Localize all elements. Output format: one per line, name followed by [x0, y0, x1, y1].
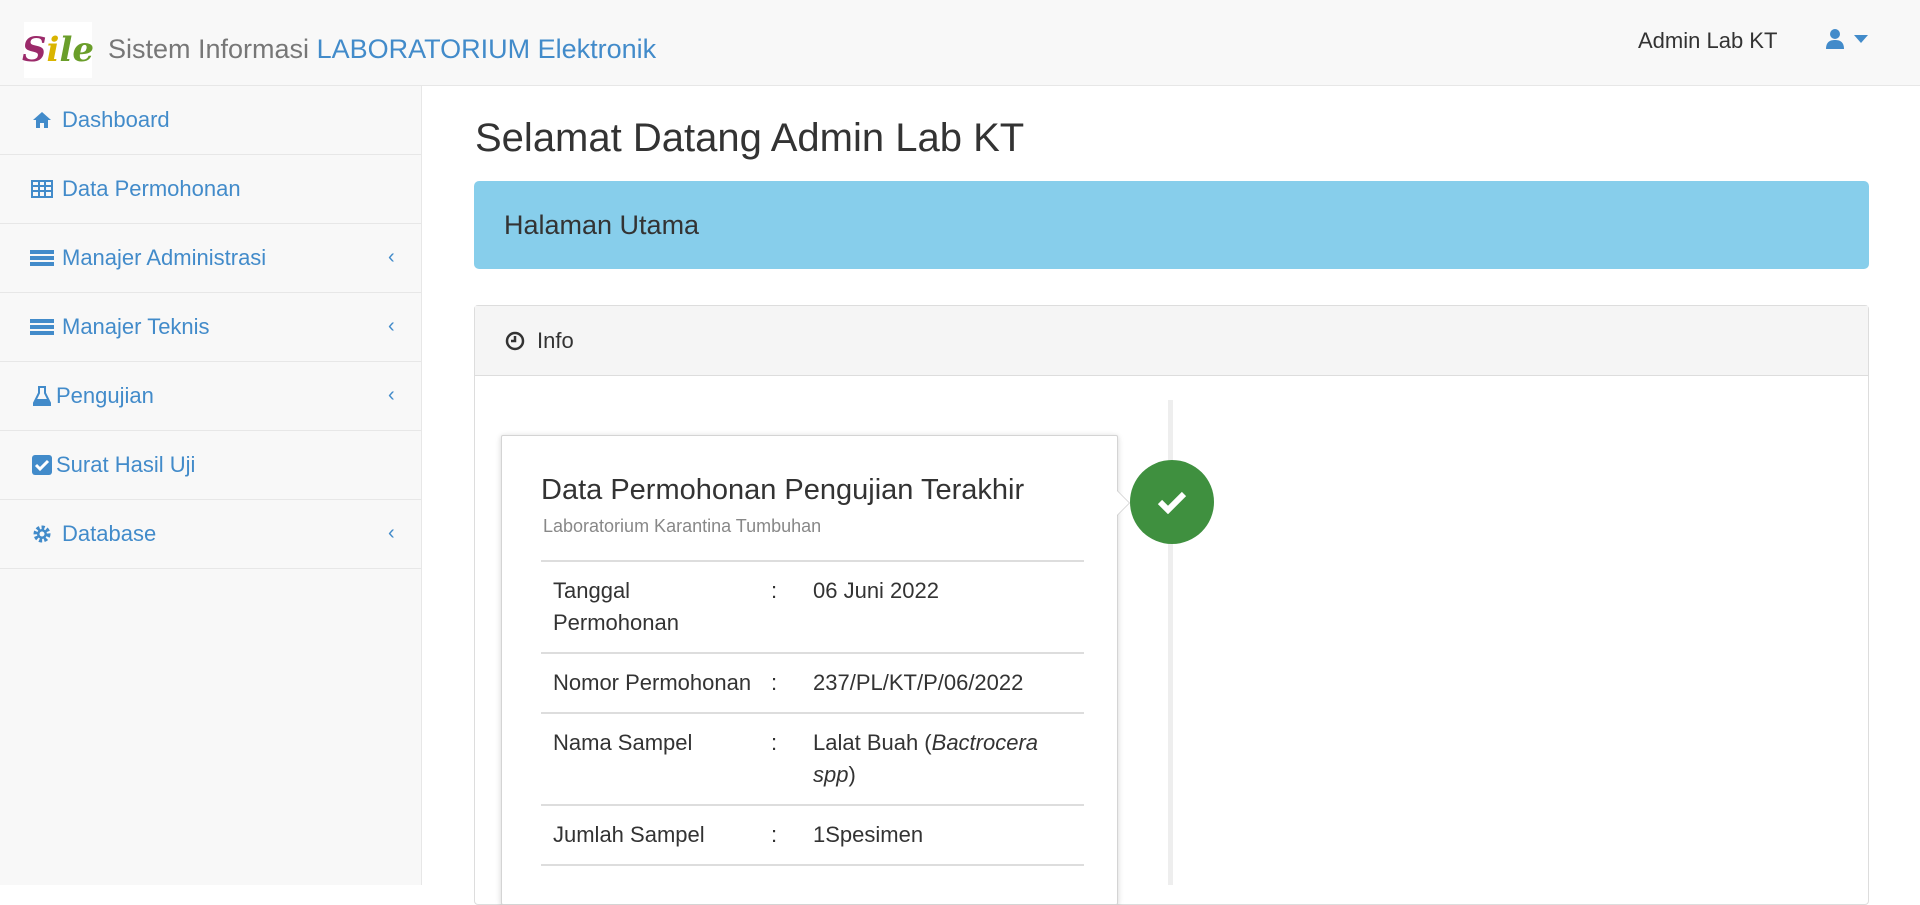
banner-text: Halaman Utama [504, 209, 700, 240]
row-separator: : [771, 712, 801, 805]
panel-title: Info [537, 327, 574, 353]
sidebar-item-label: Manajer Administrasi [62, 245, 267, 270]
check-square-icon [30, 455, 54, 475]
page-title: Selamat Datang Admin Lab KT [475, 116, 1025, 160]
clock-icon [505, 331, 525, 350]
brand-prefix: Sistem Informasi [108, 34, 317, 64]
card-title: Data Permohonan Pengujian Terakhir [541, 474, 1025, 506]
row-separator: : [771, 804, 801, 865]
value-end: ) [848, 762, 856, 787]
sidebar-item-surat-hasil-uji[interactable]: Surat Hasil Uji [0, 431, 421, 500]
table-row: Nama Sampel: Lalat Buah (Bactrocera spp) [541, 712, 1084, 805]
page-banner: Halaman Utama [474, 181, 1869, 269]
row-value: 237/PL/KT/P/06/2022 [801, 652, 1084, 713]
row-value: 1Spesimen [801, 804, 1084, 865]
chevron-left-icon: ‹ [388, 384, 395, 406]
chevron-left-icon: ‹ [388, 315, 395, 337]
card-subtitle: Laboratorium Karantina Tumbuhan [543, 516, 822, 536]
row-label: Jumlah Sampel [541, 804, 771, 865]
timeline-badge [1130, 460, 1214, 544]
table-row: Nomor Permohonan:237/PL/KT/P/06/2022 [541, 652, 1084, 713]
sidebar-item-manajer-teknis[interactable]: Manajer Teknis ‹ [0, 293, 421, 362]
table-row: Tanggal Permohonan:06 Juni 2022 [541, 560, 1084, 653]
user-icon [1826, 29, 1844, 49]
gear-icon [30, 524, 54, 544]
user-name: Admin Lab KT [1638, 28, 1778, 53]
tasks-icon [30, 249, 54, 267]
sidebar-item-label: Data Permohonan [62, 176, 241, 201]
caret-down-icon [1854, 35, 1868, 43]
user-menu-toggle[interactable] [1826, 28, 1868, 50]
table-row [541, 864, 1084, 892]
chevron-left-icon: ‹ [388, 522, 395, 544]
row-label: Tanggal Permohonan [541, 560, 771, 653]
row-separator: : [771, 560, 801, 653]
sidebar: Dashboard Data Permohonan Manajer Admini… [0, 86, 422, 885]
tasks-icon [30, 318, 54, 336]
value-text: Lalat Buah ( [813, 730, 932, 755]
sidebar-item-pengujian[interactable]: Pengujian ‹ [0, 362, 421, 431]
sidebar-item-label: Pengujian [56, 383, 154, 408]
brand-highlight: LABORATORIUM Elektronik [316, 34, 657, 64]
sidebar-item-label: Surat Hasil Uji [56, 452, 196, 477]
home-icon [30, 111, 54, 129]
check-icon [1157, 491, 1187, 514]
table-icon [30, 180, 54, 198]
sidebar-item-dashboard[interactable]: Dashboard [0, 86, 421, 155]
row-value: Lalat Buah (Bactrocera spp) [801, 712, 1084, 805]
sidebar-item-data-permohonan[interactable]: Data Permohonan [0, 155, 421, 224]
timeline-card: Data Permohonan Pengujian Terakhir Labor… [501, 435, 1130, 905]
row-label: Nama Sampel [541, 712, 771, 805]
row-label: Nomor Permohonan [541, 652, 771, 713]
table-row: Jumlah Sampel:1Spesimen [541, 804, 1084, 865]
sidebar-item-label: Database [62, 521, 157, 546]
sidebar-item-label: Dashboard [62, 107, 170, 132]
row-separator: : [771, 652, 801, 713]
sidebar-item-manajer-administrasi[interactable]: Manajer Administrasi ‹ [0, 224, 421, 293]
sidebar-item-database[interactable]: Database ‹ [0, 500, 421, 569]
app-brand[interactable]: Sistem Informasi LABORATORIUM Elektronik [108, 34, 656, 65]
request-details-table: Tanggal Permohonan:06 Juni 2022 Nomor Pe… [541, 560, 1084, 892]
app-logo[interactable]: Si le [22, 22, 94, 78]
panel-heading: Info [475, 306, 1868, 376]
chevron-left-icon: ‹ [388, 246, 395, 268]
sidebar-item-label: Manajer Teknis [62, 314, 210, 339]
row-value: 06 Juni 2022 [801, 560, 1084, 653]
top-navbar: Si le Sistem Informasi LABORATORIUM Elekt… [0, 0, 1920, 86]
flask-icon [30, 386, 54, 406]
